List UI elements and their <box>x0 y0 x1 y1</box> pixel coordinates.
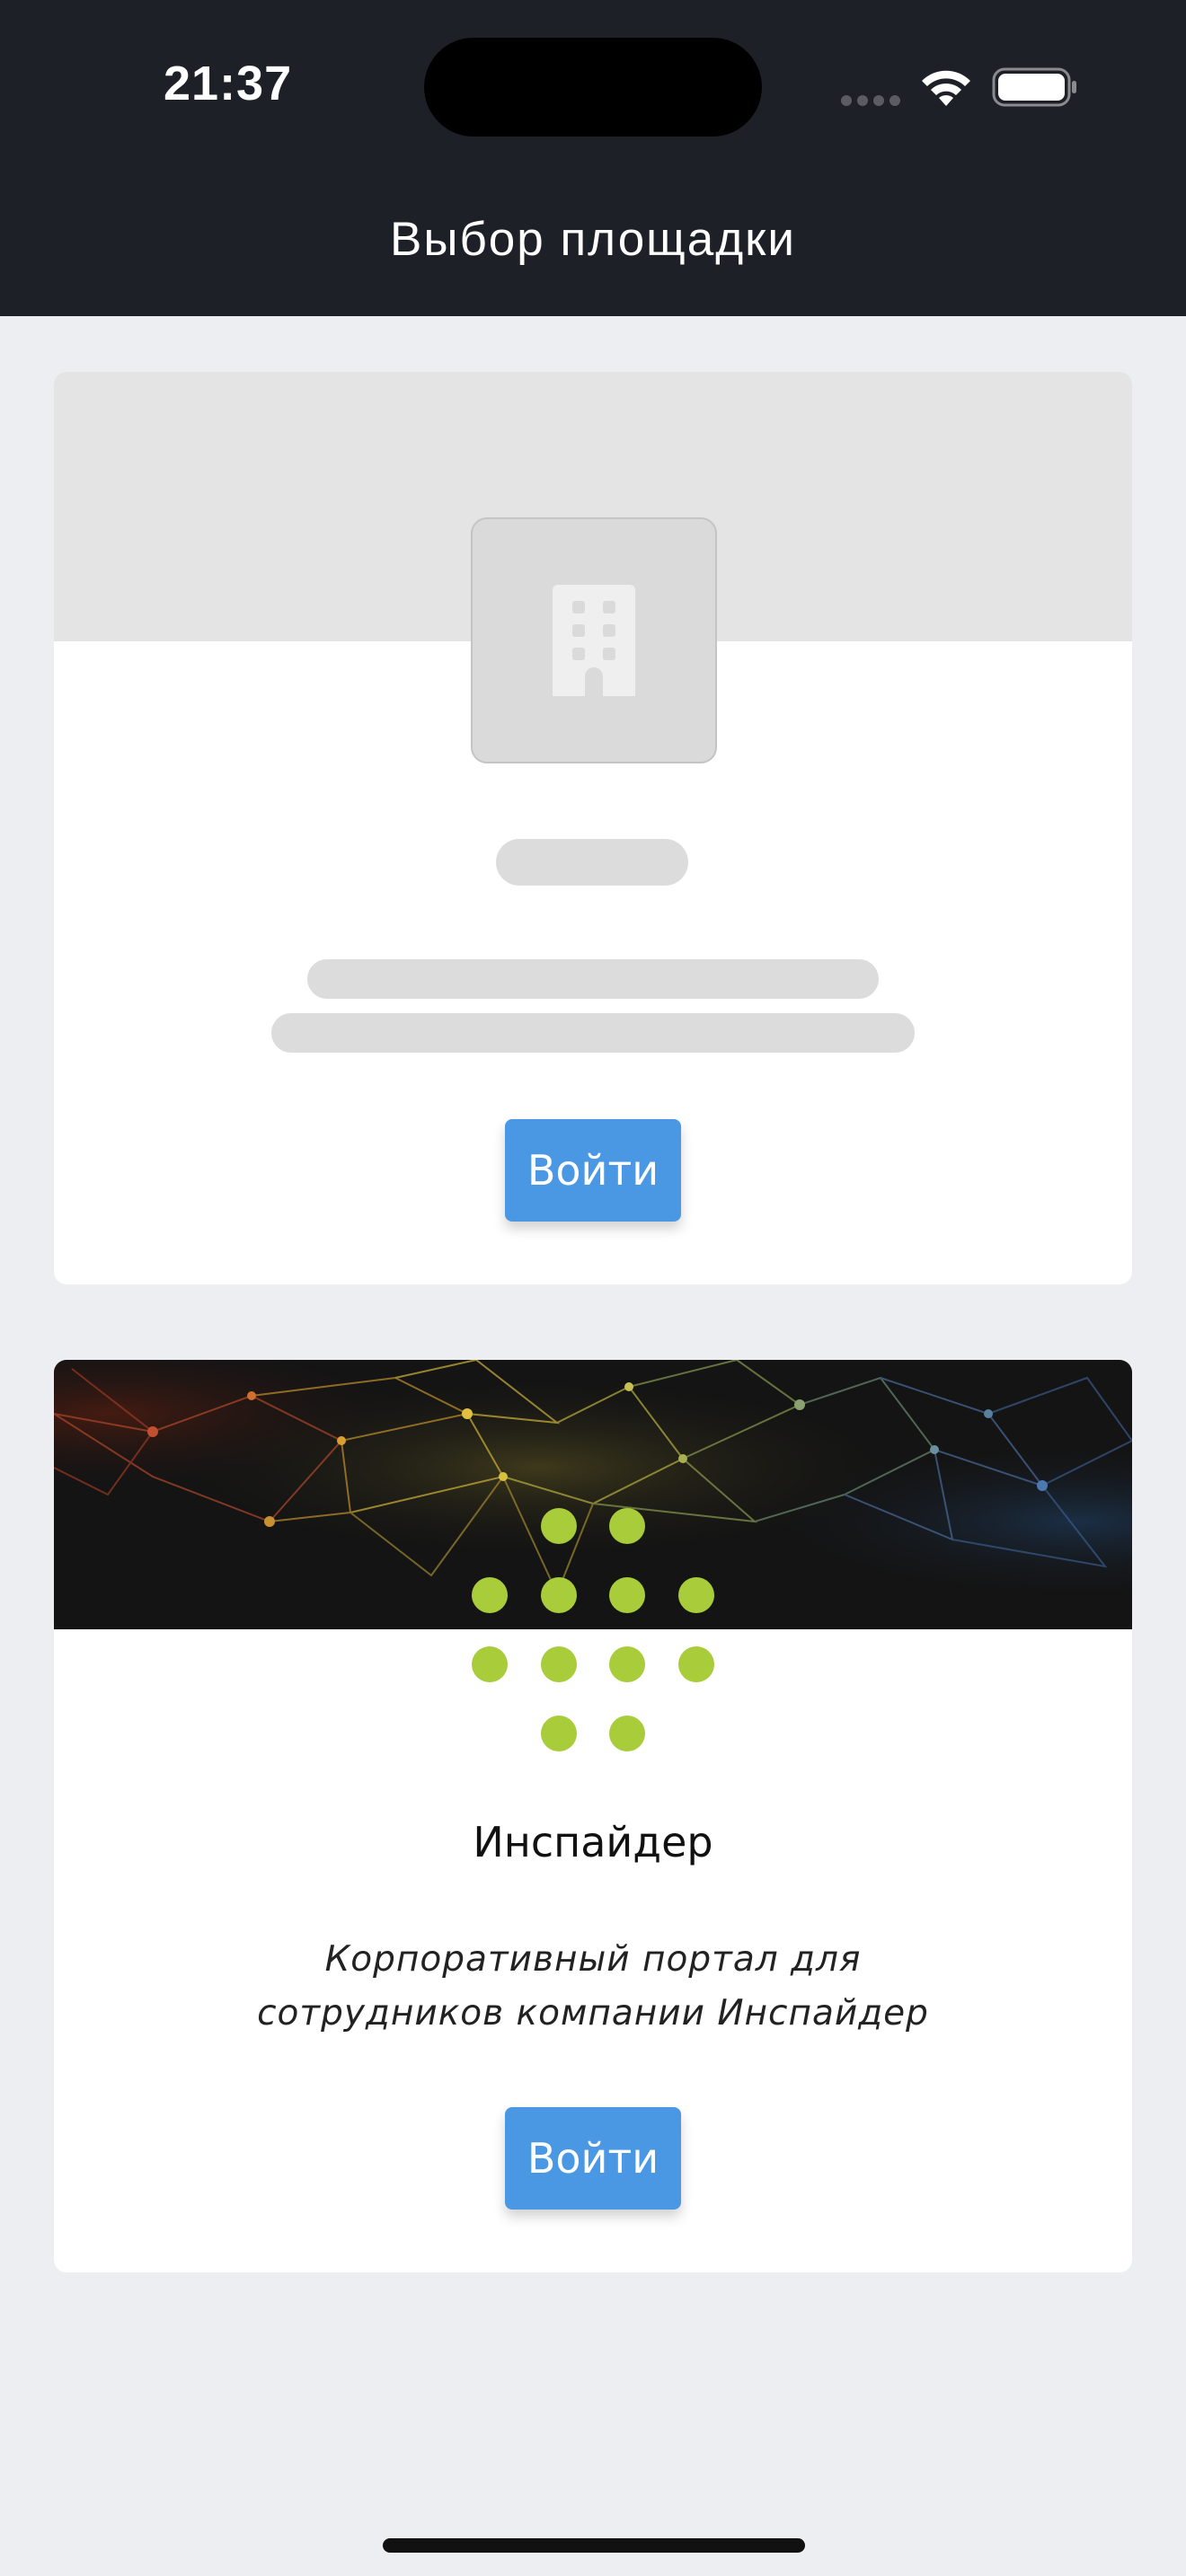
cellular-dots-icon <box>841 95 902 108</box>
site-card-loading: Войти <box>54 372 1132 1284</box>
page-title: Выбор площадки <box>390 213 796 266</box>
login-button[interactable]: Войти <box>505 2107 681 2210</box>
app-header: 21:37 Выбор площадки <box>0 0 1186 316</box>
site-description-line: Корпоративный портал для <box>324 1939 862 1980</box>
site-description-skeleton <box>307 959 879 999</box>
site-name: Инспайдер <box>473 1818 713 1866</box>
status-time: 21:37 <box>164 57 293 110</box>
dynamic-island <box>424 38 762 137</box>
login-button[interactable]: Войти <box>505 1119 681 1222</box>
site-logo <box>471 517 717 763</box>
site-description-skeleton <box>271 1013 915 1053</box>
building-icon <box>553 585 635 696</box>
dots-logo-icon <box>472 1508 714 1751</box>
site-name-skeleton <box>496 839 688 886</box>
site-description: Корпоративный портал для сотрудников ком… <box>234 1933 952 2041</box>
home-indicator[interactable] <box>383 2538 805 2553</box>
site-description-line: сотрудников компании Инспайдер <box>257 1993 929 2033</box>
wifi-icon <box>922 70 970 106</box>
site-card-inspider: Инспайдер Корпоративный портал для сотру… <box>54 1360 1132 2272</box>
battery-icon <box>992 67 1076 107</box>
